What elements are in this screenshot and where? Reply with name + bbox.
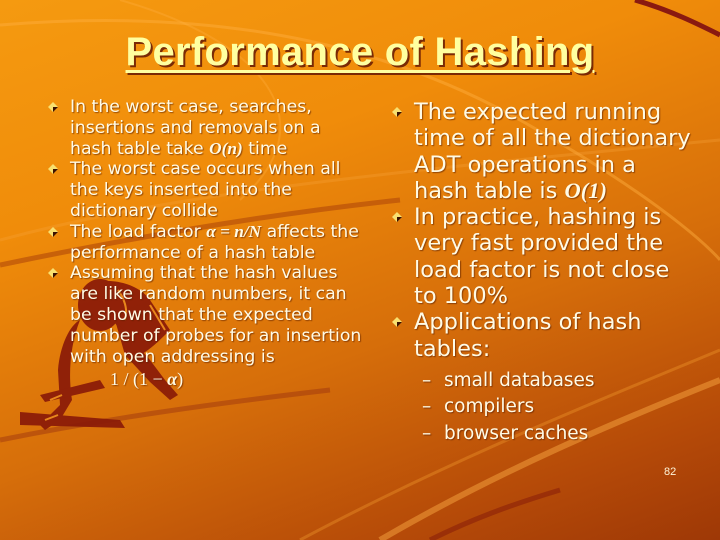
sub-item-label: small databases: [444, 369, 595, 391]
bullet-item: Assuming that the hash values are like r…: [48, 263, 366, 367]
bullet-item: Applications of hash tables:: [392, 309, 692, 362]
bullet-text: The worst case occurs when all the keys …: [70, 159, 341, 221]
bullet-item: The load factor α = n/N affects the perf…: [48, 222, 366, 264]
bullet-text: Applications of hash tables:: [414, 309, 642, 362]
bullet-text: The expected running time of all the dic…: [414, 99, 691, 204]
diamond-bullet-icon: [392, 317, 402, 328]
diamond-bullet-icon: [392, 212, 402, 223]
bullet-text-tail: time: [242, 138, 288, 159]
math-expression: α = n/N: [206, 221, 262, 241]
formula: 1 / (1 − α): [48, 369, 366, 390]
sub-item-label: compilers: [444, 396, 535, 418]
swoosh-dark-3: [428, 487, 561, 540]
dash-bullet: –: [422, 422, 432, 444]
diamond-bullet-icon: [48, 164, 58, 175]
page-number: 82: [664, 466, 677, 478]
slide: Performance of Hashing In the worst case…: [0, 0, 720, 540]
sub-item-label: browser caches: [444, 422, 589, 444]
math-expression: O(n): [209, 138, 243, 158]
bullet-text: The load factor: [70, 221, 207, 242]
sub-item: – small databases: [392, 368, 692, 395]
formula-alpha: α: [167, 369, 178, 390]
dash-bullet: –: [422, 396, 432, 418]
diamond-bullet-icon: [48, 268, 58, 279]
formula-prefix: 1 / (1 −: [110, 369, 168, 390]
formula-suffix: ): [177, 369, 184, 390]
diamond-bullet-icon: [392, 107, 402, 117]
bullet-item: In practice, hashing is very fast provid…: [392, 204, 692, 309]
diamond-bullet-icon: [48, 226, 58, 237]
sub-item: – browser caches: [392, 421, 692, 448]
sub-list: – small databases – compilers – browser cac…: [392, 368, 692, 448]
left-column: In the worst case, searches, insertions …: [48, 97, 366, 390]
slide-title: Performance of Hashing: [0, 30, 720, 75]
bullet-item: In the worst case, searches, insertions …: [48, 97, 366, 159]
bullet-text: Assuming that the hash values are like r…: [70, 263, 362, 367]
title-text: Performance of Hashing: [125, 30, 595, 74]
bullet-text: In practice, hashing is very fast provid…: [414, 204, 670, 310]
math-expression: O(1): [564, 177, 607, 203]
right-column: The expected running time of all the dic…: [392, 99, 692, 447]
bullet-item: The worst case occurs when all the keys …: [48, 159, 366, 221]
bullet-item: The expected running time of all the dic…: [392, 99, 692, 204]
dash-bullet: –: [422, 369, 432, 391]
sub-item: – compilers: [392, 394, 692, 421]
diamond-bullet-icon: [48, 102, 58, 112]
